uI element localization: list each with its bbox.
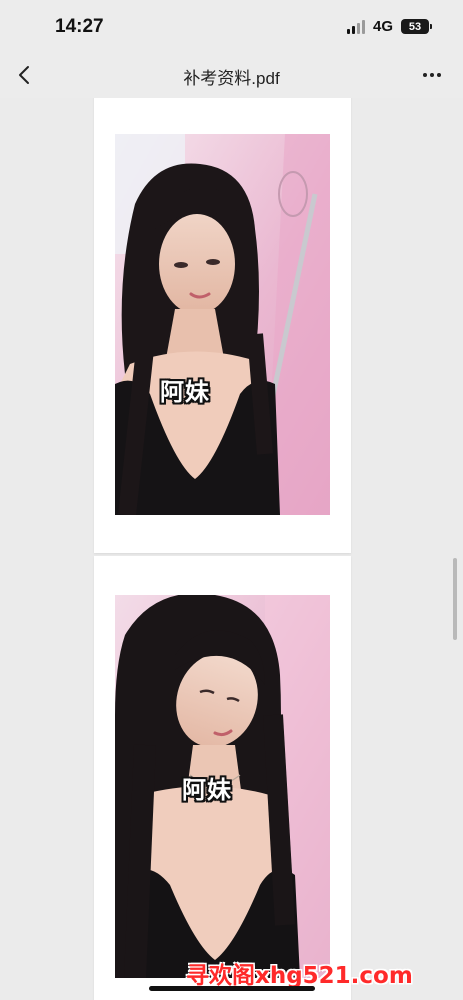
more-dot-icon [437, 73, 441, 77]
more-options-button[interactable] [417, 62, 447, 88]
nav-bar: 补考资料.pdf [0, 52, 463, 98]
battery-level: 53 [408, 20, 422, 33]
page-photo [115, 134, 330, 515]
scrollbar-thumb[interactable] [453, 558, 457, 640]
photo-caption: 阿妹 [160, 378, 210, 406]
signal-icon [346, 19, 365, 34]
status-indicators: 4G 53 [346, 18, 432, 35]
photo-image [115, 134, 330, 515]
status-time: 14:27 [55, 16, 104, 37]
pdf-page: 阿妹 [94, 556, 351, 1000]
status-bar: 14:27 4G 53 [0, 0, 463, 52]
battery-icon: 53 [401, 19, 432, 34]
more-dot-icon [430, 73, 434, 77]
pdf-viewer[interactable]: 阿妹 阿妹 [0, 98, 463, 1000]
pdf-page: 阿妹 [94, 98, 351, 553]
photo-caption: 阿妹 [182, 776, 232, 804]
document-title: 补考资料.pdf [183, 69, 280, 88]
watermark-text: 寻欢阁xhg521.com [186, 963, 413, 989]
home-indicator[interactable] [149, 986, 315, 991]
network-type: 4G [372, 18, 393, 35]
more-dot-icon [423, 73, 427, 77]
